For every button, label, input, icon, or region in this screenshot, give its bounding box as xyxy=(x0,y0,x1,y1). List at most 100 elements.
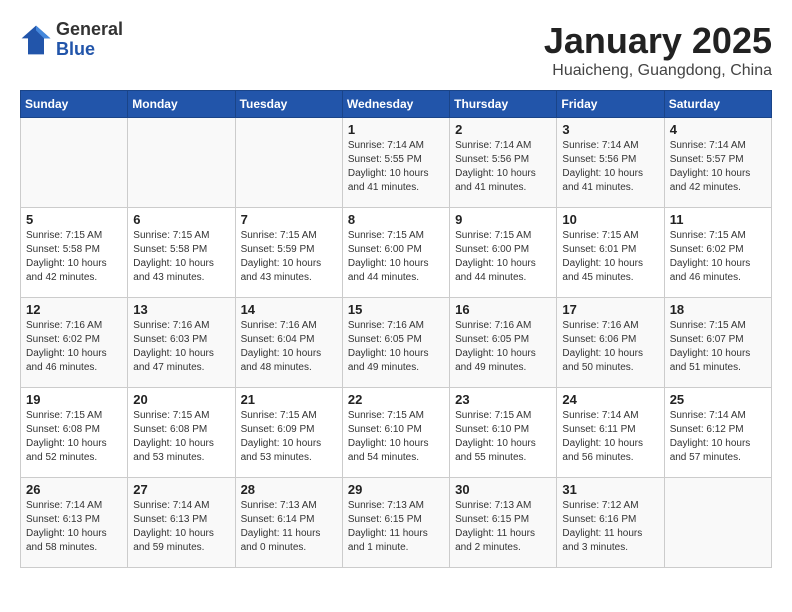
day-info: Sunrise: 7:15 AMSunset: 6:07 PMDaylight:… xyxy=(670,319,766,375)
day-info: Sunrise: 7:14 AMSunset: 6:13 PMDaylight:… xyxy=(133,499,229,555)
day-number: 6 xyxy=(133,212,229,227)
logo: General Blue xyxy=(20,20,123,60)
day-number: 12 xyxy=(26,302,122,317)
day-info: Sunrise: 7:15 AMSunset: 6:10 PMDaylight:… xyxy=(455,409,551,465)
calendar-cell: 22Sunrise: 7:15 AMSunset: 6:10 PMDayligh… xyxy=(342,388,449,478)
calendar-week-4: 19 Sunrise: 7:15 AMSunset: 6:08 PMDayligh… xyxy=(21,388,772,478)
day-info: Sunrise: 7:15 AMSunset: 6:02 PMDaylight:… xyxy=(670,229,766,285)
logo-icon xyxy=(20,24,52,56)
day-number: 26 xyxy=(26,482,122,497)
weekday-header-row: SundayMondayTuesdayWednesdayThursdayFrid… xyxy=(21,91,772,118)
location: Huaicheng, Guangdong, China xyxy=(544,62,772,80)
day-info: Sunrise: 7:15 AMSunset: 6:09 PMDaylight:… xyxy=(241,409,337,465)
title-block: January 2025 Huaicheng, Guangdong, China xyxy=(544,20,772,80)
day-info: Sunrise: 7:15 AMSunset: 6:08 PMDaylight:… xyxy=(133,409,229,465)
calendar-cell: 27 Sunrise: 7:14 AMSunset: 6:13 PMDayligh… xyxy=(128,478,235,568)
page-header: General Blue January 2025 Huaicheng, Gua… xyxy=(20,20,772,80)
day-number: 15 xyxy=(348,302,444,317)
calendar-cell: 4 Sunrise: 7:14 AMSunset: 5:57 PMDaylight… xyxy=(664,118,771,208)
day-info: Sunrise: 7:15 AMSunset: 6:00 PMDaylight:… xyxy=(455,229,551,285)
day-info: Sunrise: 7:14 AMSunset: 5:55 PMDaylight:… xyxy=(348,139,444,195)
calendar-cell: 13 Sunrise: 7:16 AMSunset: 6:03 PMDayligh… xyxy=(128,298,235,388)
day-number: 28 xyxy=(241,482,337,497)
calendar-cell: 15 Sunrise: 7:16 AMSunset: 6:05 PMDayligh… xyxy=(342,298,449,388)
day-number: 20 xyxy=(133,392,229,407)
calendar-cell: 24Sunrise: 7:14 AMSunset: 6:11 PMDayligh… xyxy=(557,388,664,478)
month-title: January 2025 xyxy=(544,20,772,62)
calendar-cell: 23Sunrise: 7:15 AMSunset: 6:10 PMDayligh… xyxy=(450,388,557,478)
day-info: Sunrise: 7:14 AMSunset: 5:56 PMDaylight:… xyxy=(562,139,658,195)
day-number: 14 xyxy=(241,302,337,317)
logo-text: General Blue xyxy=(56,20,123,60)
day-info: Sunrise: 7:14 AMSunset: 5:56 PMDaylight:… xyxy=(455,139,551,195)
calendar-cell: 16 Sunrise: 7:16 AMSunset: 6:05 PMDayligh… xyxy=(450,298,557,388)
day-info: Sunrise: 7:15 AMSunset: 5:58 PMDaylight:… xyxy=(26,229,122,285)
day-number: 10 xyxy=(562,212,658,227)
calendar-cell: 31 Sunrise: 7:12 AMSunset: 6:16 PMDayligh… xyxy=(557,478,664,568)
calendar-cell: 20 Sunrise: 7:15 AMSunset: 6:08 PMDayligh… xyxy=(128,388,235,478)
day-info: Sunrise: 7:14 AMSunset: 5:57 PMDaylight:… xyxy=(670,139,766,195)
calendar-cell: 10Sunrise: 7:15 AMSunset: 6:01 PMDayligh… xyxy=(557,208,664,298)
calendar-cell: 29 Sunrise: 7:13 AMSunset: 6:15 PMDayligh… xyxy=(342,478,449,568)
weekday-header-friday: Friday xyxy=(557,91,664,118)
calendar-cell: 1 Sunrise: 7:14 AMSunset: 5:55 PMDaylight… xyxy=(342,118,449,208)
day-info: Sunrise: 7:16 AMSunset: 6:06 PMDaylight:… xyxy=(562,319,658,375)
day-number: 1 xyxy=(348,122,444,137)
day-number: 5 xyxy=(26,212,122,227)
day-info: Sunrise: 7:15 AMSunset: 5:58 PMDaylight:… xyxy=(133,229,229,285)
weekday-header-tuesday: Tuesday xyxy=(235,91,342,118)
calendar-week-1: 1 Sunrise: 7:14 AMSunset: 5:55 PMDaylight… xyxy=(21,118,772,208)
day-info: Sunrise: 7:16 AMSunset: 6:05 PMDaylight:… xyxy=(455,319,551,375)
calendar-cell: 17Sunrise: 7:16 AMSunset: 6:06 PMDayligh… xyxy=(557,298,664,388)
day-info: Sunrise: 7:16 AMSunset: 6:05 PMDaylight:… xyxy=(348,319,444,375)
day-info: Sunrise: 7:15 AMSunset: 6:00 PMDaylight:… xyxy=(348,229,444,285)
calendar-cell: 11Sunrise: 7:15 AMSunset: 6:02 PMDayligh… xyxy=(664,208,771,298)
calendar-cell: 14 Sunrise: 7:16 AMSunset: 6:04 PMDayligh… xyxy=(235,298,342,388)
day-info: Sunrise: 7:15 AMSunset: 6:08 PMDaylight:… xyxy=(26,409,122,465)
day-number: 31 xyxy=(562,482,658,497)
day-number: 13 xyxy=(133,302,229,317)
calendar-cell: 21 Sunrise: 7:15 AMSunset: 6:09 PMDayligh… xyxy=(235,388,342,478)
logo-general-text: General xyxy=(56,20,123,40)
day-number: 18 xyxy=(670,302,766,317)
day-info: Sunrise: 7:16 AMSunset: 6:02 PMDaylight:… xyxy=(26,319,122,375)
calendar-header: SundayMondayTuesdayWednesdayThursdayFrid… xyxy=(21,91,772,118)
day-number: 25 xyxy=(670,392,766,407)
weekday-header-sunday: Sunday xyxy=(21,91,128,118)
calendar-cell xyxy=(664,478,771,568)
day-number: 30 xyxy=(455,482,551,497)
day-info: Sunrise: 7:14 AMSunset: 6:12 PMDaylight:… xyxy=(670,409,766,465)
day-info: Sunrise: 7:13 AMSunset: 6:14 PMDaylight:… xyxy=(241,499,337,555)
calendar-cell: 26 Sunrise: 7:14 AMSunset: 6:13 PMDayligh… xyxy=(21,478,128,568)
day-info: Sunrise: 7:12 AMSunset: 6:16 PMDaylight:… xyxy=(562,499,658,555)
calendar-week-2: 5 Sunrise: 7:15 AMSunset: 5:58 PMDaylight… xyxy=(21,208,772,298)
day-info: Sunrise: 7:16 AMSunset: 6:04 PMDaylight:… xyxy=(241,319,337,375)
calendar-cell: 9Sunrise: 7:15 AMSunset: 6:00 PMDaylight… xyxy=(450,208,557,298)
calendar-cell: 5 Sunrise: 7:15 AMSunset: 5:58 PMDaylight… xyxy=(21,208,128,298)
day-number: 7 xyxy=(241,212,337,227)
day-number: 19 xyxy=(26,392,122,407)
weekday-header-thursday: Thursday xyxy=(450,91,557,118)
weekday-header-saturday: Saturday xyxy=(664,91,771,118)
calendar-cell xyxy=(21,118,128,208)
calendar-cell: 6 Sunrise: 7:15 AMSunset: 5:58 PMDaylight… xyxy=(128,208,235,298)
day-number: 16 xyxy=(455,302,551,317)
day-info: Sunrise: 7:14 AMSunset: 6:11 PMDaylight:… xyxy=(562,409,658,465)
day-info: Sunrise: 7:14 AMSunset: 6:13 PMDaylight:… xyxy=(26,499,122,555)
day-number: 4 xyxy=(670,122,766,137)
calendar-week-3: 12 Sunrise: 7:16 AMSunset: 6:02 PMDayligh… xyxy=(21,298,772,388)
day-info: Sunrise: 7:13 AMSunset: 6:15 PMDaylight:… xyxy=(348,499,444,555)
day-number: 21 xyxy=(241,392,337,407)
calendar-cell: 2Sunrise: 7:14 AMSunset: 5:56 PMDaylight… xyxy=(450,118,557,208)
day-info: Sunrise: 7:16 AMSunset: 6:03 PMDaylight:… xyxy=(133,319,229,375)
day-number: 27 xyxy=(133,482,229,497)
calendar-table: SundayMondayTuesdayWednesdayThursdayFrid… xyxy=(20,90,772,568)
weekday-header-monday: Monday xyxy=(128,91,235,118)
calendar-cell: 7 Sunrise: 7:15 AMSunset: 5:59 PMDaylight… xyxy=(235,208,342,298)
day-number: 8 xyxy=(348,212,444,227)
calendar-cell: 8 Sunrise: 7:15 AMSunset: 6:00 PMDaylight… xyxy=(342,208,449,298)
calendar-week-5: 26 Sunrise: 7:14 AMSunset: 6:13 PMDayligh… xyxy=(21,478,772,568)
calendar-cell: 18 Sunrise: 7:15 AMSunset: 6:07 PMDayligh… xyxy=(664,298,771,388)
day-info: Sunrise: 7:15 AMSunset: 5:59 PMDaylight:… xyxy=(241,229,337,285)
day-number: 29 xyxy=(348,482,444,497)
